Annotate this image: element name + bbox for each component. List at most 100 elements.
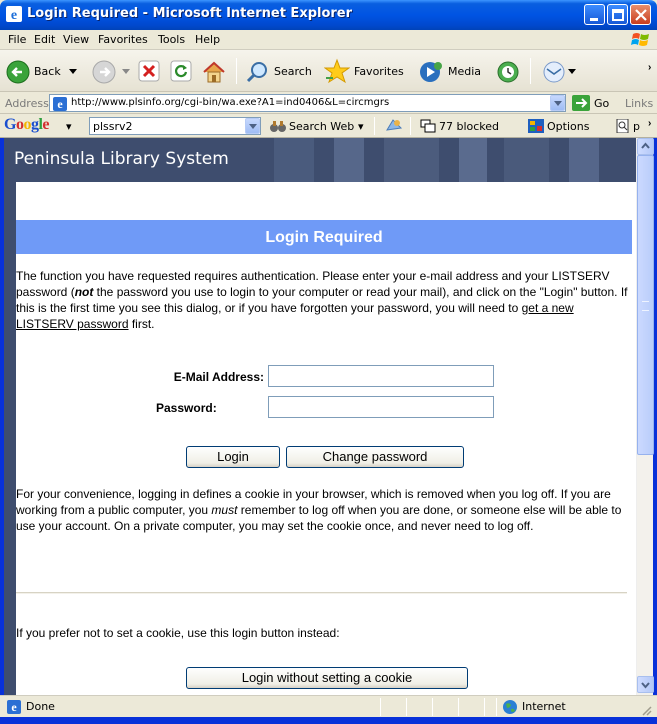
windows-logo-icon xyxy=(631,33,649,46)
svg-text:e: e xyxy=(57,97,63,111)
address-url: http://www.plsinfo.org/cgi-bin/wa.exe?A1… xyxy=(71,97,390,108)
mail-dropdown-icon xyxy=(568,69,576,74)
status-bar: e Done Internet xyxy=(0,695,657,717)
close-button[interactable] xyxy=(630,4,651,25)
forward-dropdown-icon xyxy=(122,69,130,74)
toolbar-separator xyxy=(530,58,531,84)
options-icon xyxy=(528,119,544,133)
favorites-button[interactable]: Favorites xyxy=(322,56,410,86)
menu-edit[interactable]: Edit xyxy=(34,33,55,46)
history-icon xyxy=(497,61,519,83)
go-arrow-icon xyxy=(572,95,590,111)
chevron-up-icon xyxy=(641,142,650,149)
page-done-icon: e xyxy=(7,700,21,714)
email-label: E-Mail Address: xyxy=(173,370,264,384)
vertical-scrollbar[interactable] xyxy=(636,138,654,695)
toolbar-overflow-icon[interactable]: › xyxy=(648,62,651,73)
close-icon xyxy=(635,9,647,21)
mail-button[interactable] xyxy=(540,56,580,86)
page-icon: e xyxy=(53,97,67,111)
internet-zone-icon xyxy=(503,700,517,714)
menu-tools[interactable]: Tools xyxy=(158,33,185,46)
back-arrow-icon xyxy=(6,60,30,84)
status-text: Done xyxy=(26,700,55,713)
site-title: Peninsula Library System xyxy=(14,149,229,169)
password-label: Password: xyxy=(156,401,217,415)
page-info-icon xyxy=(616,119,629,133)
intro-paragraph: The function you have requested requires… xyxy=(16,269,628,331)
page-rank-icon[interactable] xyxy=(385,118,403,134)
forward-button[interactable] xyxy=(90,56,132,86)
scroll-down-button[interactable] xyxy=(637,676,654,693)
menu-help[interactable]: Help xyxy=(195,33,220,46)
resize-grip-icon[interactable] xyxy=(640,704,652,716)
page-viewport: Peninsula Library System Login Required … xyxy=(4,138,636,695)
login-content: Login Required The function you have req… xyxy=(16,182,636,695)
googlebar-separator xyxy=(374,117,375,135)
minimize-button[interactable] xyxy=(584,4,605,25)
google-search-dropdown[interactable] xyxy=(245,118,260,134)
binoculars-icon xyxy=(270,121,286,132)
media-button[interactable]: Media xyxy=(416,56,490,86)
maximize-icon xyxy=(612,9,624,21)
menu-file[interactable]: File xyxy=(8,33,26,46)
stop-icon xyxy=(138,60,160,82)
search-icon xyxy=(246,62,267,83)
divider xyxy=(16,592,627,594)
chevron-down-icon xyxy=(641,682,650,689)
login-header: Login Required xyxy=(16,220,632,254)
forward-arrow-icon xyxy=(92,60,116,84)
address-input[interactable]: e http://www.plsinfo.org/cgi-bin/wa.exe?… xyxy=(49,94,566,112)
refresh-button[interactable] xyxy=(168,56,196,86)
window-title: Login Required - Microsoft Internet Expl… xyxy=(27,6,353,21)
scroll-thumb[interactable] xyxy=(637,155,654,455)
home-button[interactable] xyxy=(200,56,230,86)
menu-view[interactable]: View xyxy=(63,33,89,46)
menu-favorites[interactable]: Favorites xyxy=(98,33,148,46)
address-bar: Address e http://www.plsinfo.org/cgi-bin… xyxy=(0,92,657,114)
email-field[interactable] xyxy=(268,365,494,387)
svg-text:e: e xyxy=(11,8,17,22)
google-toolbar: Google ▾ plssrv2 Search Web ▾ 77 blocked… xyxy=(0,114,657,138)
address-dropdown-button[interactable] xyxy=(550,95,565,111)
ie-icon: e xyxy=(6,6,22,22)
mail-icon xyxy=(543,61,565,83)
change-password-button[interactable]: Change password xyxy=(286,446,464,468)
google-logo[interactable]: Google xyxy=(4,116,49,134)
media-icon xyxy=(420,62,442,82)
search-web-dropdown-icon: ▾ xyxy=(358,120,364,133)
toolbar-separator xyxy=(236,58,237,84)
links-label[interactable]: Links xyxy=(625,97,653,110)
go-button[interactable]: Go xyxy=(572,94,620,112)
page-left-margin xyxy=(4,182,16,695)
history-button[interactable] xyxy=(494,56,524,86)
standard-toolbar: Back Search Favorites Media › xyxy=(0,50,657,92)
password-field[interactable] xyxy=(268,396,494,418)
scroll-up-button[interactable] xyxy=(637,138,654,155)
svg-text:e: e xyxy=(11,700,17,714)
back-button[interactable]: Back xyxy=(4,56,84,86)
page-heading: Login Required xyxy=(265,229,383,246)
menu-bar: File Edit View Favorites Tools Help xyxy=(0,30,657,50)
google-search-input[interactable]: plssrv2 xyxy=(89,117,261,135)
googlebar-separator xyxy=(410,117,411,135)
stop-button[interactable] xyxy=(136,56,164,86)
google-menu-icon[interactable]: ▾ xyxy=(66,120,72,133)
minimize-icon xyxy=(590,18,598,21)
star-icon xyxy=(324,58,350,84)
home-icon xyxy=(203,61,225,83)
login-button[interactable]: Login xyxy=(186,446,280,468)
site-banner: Peninsula Library System xyxy=(4,138,636,182)
maximize-button[interactable] xyxy=(607,4,628,25)
address-label: Address xyxy=(5,97,49,110)
refresh-icon xyxy=(170,60,192,82)
title-bar: e Login Required - Microsoft Internet Ex… xyxy=(0,0,657,30)
search-button[interactable]: Search xyxy=(244,56,320,86)
internet-zone-label: Internet xyxy=(522,700,566,713)
no-cookie-text: If you prefer not to set a cookie, use t… xyxy=(16,626,340,640)
popup-blocked-icon xyxy=(420,119,436,133)
window-frame-bottom xyxy=(0,717,657,724)
googlebar-overflow-icon[interactable]: › xyxy=(648,118,651,129)
back-dropdown-icon xyxy=(69,69,77,74)
login-without-cookie-button[interactable]: Login without setting a cookie xyxy=(186,667,468,689)
